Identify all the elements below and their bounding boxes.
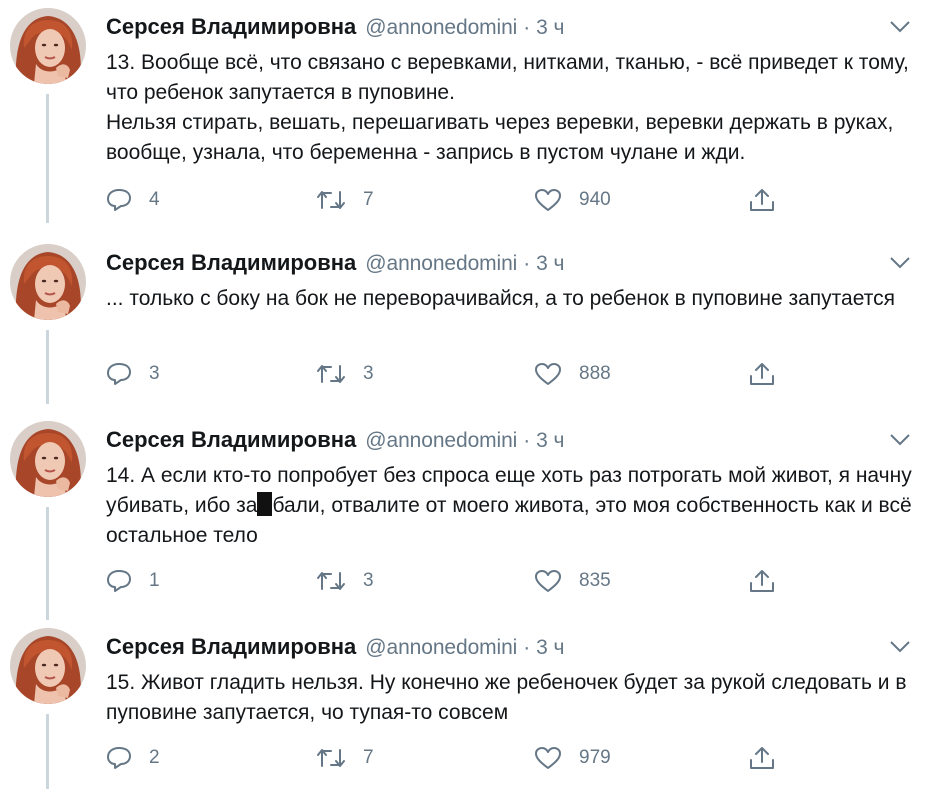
tweet-actions: 2 7 979 [106, 744, 806, 772]
retweet-count: 3 [363, 570, 374, 591]
reply-count: 3 [149, 363, 160, 384]
tweet-header: Серсея Владимировна @annonedomini · 3 ч [106, 427, 564, 453]
tweet-text-line: 14. А если кто-то попробует без спроса е… [106, 461, 918, 551]
redaction-block [257, 492, 273, 516]
tweet-meta: @annonedomini · 3 ч [365, 252, 564, 276]
author-handle[interactable]: @annonedomini [365, 636, 517, 659]
tweet-text-line: ... только с боку на бок не переворачива… [106, 287, 895, 310]
reply-icon [107, 570, 131, 592]
like-count: 835 [579, 570, 611, 591]
tweet-time[interactable]: 3 ч [536, 16, 564, 39]
share-button[interactable] [748, 567, 776, 595]
chevron-down-icon[interactable] [889, 433, 911, 447]
share-icon [750, 747, 774, 769]
retweet-icon [317, 365, 345, 383]
thread-line [46, 94, 49, 223]
retweet-icon [317, 749, 345, 767]
tweet-actions: 3 3 888 [106, 360, 806, 388]
like-button[interactable]: 888 [534, 360, 611, 388]
heart-icon [535, 189, 561, 211]
retweet-count: 7 [363, 747, 374, 768]
share-button[interactable] [748, 186, 776, 214]
meta-separator: · [523, 429, 531, 452]
reply-count: 4 [149, 189, 160, 210]
meta-separator: · [523, 252, 531, 275]
tweet-text: ... только с боку на бок не переворачива… [106, 284, 918, 314]
retweet-count: 7 [363, 189, 374, 210]
reply-icon [107, 747, 131, 769]
heart-icon [535, 570, 561, 592]
reply-button[interactable]: 2 [106, 744, 160, 772]
tweet-time[interactable]: 3 ч [536, 636, 564, 659]
reply-button[interactable]: 3 [106, 360, 160, 388]
tweet-meta: @annonedomini · 3 ч [365, 16, 564, 40]
tweet-text: 15. Живот гладить нельзя. Ну конечно же … [106, 668, 918, 728]
tweet-time[interactable]: 3 ч [536, 429, 564, 452]
author-handle[interactable]: @annonedomini [365, 252, 517, 275]
tweet-time[interactable]: 3 ч [536, 252, 564, 275]
tweet-meta: @annonedomini · 3 ч [365, 429, 564, 453]
tweet-text: 14. А если кто-то попробует без спроса е… [106, 461, 918, 551]
avatar[interactable] [10, 628, 86, 704]
tweet-text-line: 15. Живот гладить нельзя. Ну конечно же … [106, 671, 907, 724]
thread-line [46, 330, 49, 404]
retweet-icon [317, 572, 345, 590]
author-name[interactable]: Серсея Владимировна [106, 634, 356, 660]
tweet[interactable]: Серсея Владимировна @annonedomini · 3 ч ..… [0, 244, 929, 404]
tweet[interactable]: Серсея Владимировна @annonedomini · 3 ч 15… [0, 628, 929, 789]
tweet[interactable]: Серсея Владимировна @annonedomini · 3 ч 14… [0, 421, 929, 620]
tweet-text-line: Нельзя стирать, вешать, перешагивать чер… [106, 111, 894, 164]
avatar[interactable] [10, 8, 86, 84]
retweet-count: 3 [363, 363, 374, 384]
reply-count: 1 [149, 570, 160, 591]
chevron-down-icon[interactable] [889, 20, 911, 34]
retweet-button[interactable]: 3 [316, 567, 374, 595]
tweet-actions: 4 7 940 [106, 186, 806, 214]
avatar[interactable] [10, 244, 86, 320]
tweet-actions: 1 3 835 [106, 567, 806, 595]
like-button[interactable]: 979 [534, 744, 611, 772]
share-icon [750, 189, 774, 211]
author-handle[interactable]: @annonedomini [365, 429, 517, 452]
retweet-icon [317, 191, 345, 209]
avatar[interactable] [10, 421, 86, 497]
author-handle[interactable]: @annonedomini [365, 16, 517, 39]
tweet[interactable]: Серсея Владимировна @annonedomini · 3 ч 13… [0, 8, 929, 223]
retweet-button[interactable]: 3 [316, 360, 374, 388]
author-name[interactable]: Серсея Владимировна [106, 250, 356, 276]
tweet-header: Серсея Владимировна @annonedomini · 3 ч [106, 14, 564, 40]
tweet-header: Серсея Владимировна @annonedomini · 3 ч [106, 250, 564, 276]
share-button[interactable] [748, 744, 776, 772]
like-count: 940 [579, 189, 611, 210]
tweet-text: 13. Вообще всё, что связано с веревками,… [106, 48, 918, 168]
tweet-meta: @annonedomini · 3 ч [365, 636, 564, 660]
share-icon [750, 363, 774, 385]
chevron-down-icon[interactable] [889, 256, 911, 270]
like-button[interactable]: 835 [534, 567, 611, 595]
reply-icon [107, 189, 131, 211]
thread-line [46, 714, 49, 789]
reply-count: 2 [149, 747, 160, 768]
meta-separator: · [523, 16, 531, 39]
retweet-button[interactable]: 7 [316, 186, 374, 214]
like-button[interactable]: 940 [534, 186, 611, 214]
reply-button[interactable]: 1 [106, 567, 160, 595]
tweet-header: Серсея Владимировна @annonedomini · 3 ч [106, 634, 564, 660]
retweet-button[interactable]: 7 [316, 744, 374, 772]
reply-button[interactable]: 4 [106, 186, 160, 214]
reply-icon [107, 363, 131, 385]
share-icon [750, 570, 774, 592]
like-count: 979 [579, 747, 611, 768]
author-name[interactable]: Серсея Владимировна [106, 14, 356, 40]
heart-icon [535, 747, 561, 769]
tweet-text-line: 13. Вообще всё, что связано с веревками,… [106, 51, 909, 104]
share-button[interactable] [748, 360, 776, 388]
thread-line [46, 507, 49, 620]
author-name[interactable]: Серсея Владимировна [106, 427, 356, 453]
chevron-down-icon[interactable] [889, 640, 911, 654]
like-count: 888 [579, 363, 611, 384]
meta-separator: · [523, 636, 531, 659]
heart-icon [535, 363, 561, 385]
